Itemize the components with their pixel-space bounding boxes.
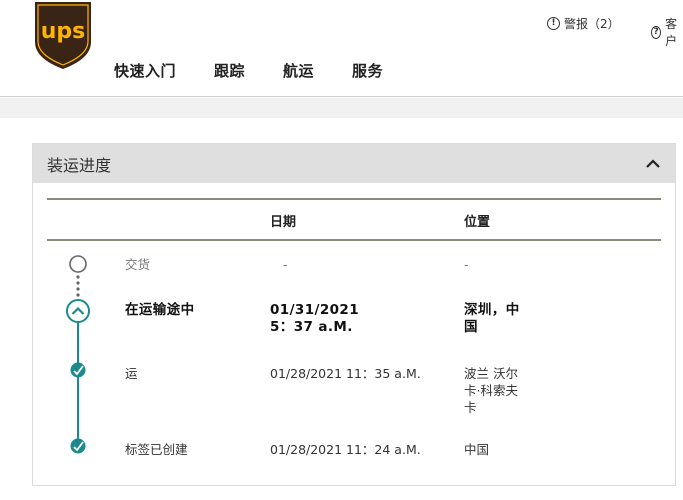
pending-node-icon	[69, 255, 87, 273]
check-node-icon	[70, 362, 86, 378]
help-icon: ?	[651, 25, 662, 39]
alerts-label: 警报（2）	[564, 17, 620, 31]
table-top-rule	[47, 198, 661, 200]
row-location: 深圳，中	[464, 302, 520, 318]
progress-timeline	[66, 255, 90, 454]
panel-header[interactable]: 装运进度	[33, 144, 675, 183]
alert-icon: !	[547, 17, 560, 30]
site-header: ups 快速入门 跟踪 航运 服务 ! 警报（2） ? 客户	[0, 0, 683, 97]
main-nav: 快速入门 跟踪 航运 服务	[114, 60, 421, 81]
row-date: 01/31/2021	[270, 302, 360, 318]
header-band	[0, 98, 683, 118]
shipment-progress-panel: 装运进度 日期 位置 交货 - - 在运输途中 01/31/2021 5：37 …	[32, 143, 676, 486]
table-header-rule	[47, 239, 661, 241]
row-location: -	[464, 257, 469, 272]
row-location: 波兰 沃尔	[464, 366, 518, 381]
row-location-cont: 国	[464, 319, 478, 335]
row-status: 标签已创建	[125, 442, 188, 457]
svg-text:ups: ups	[41, 19, 86, 44]
row-status: 在运输途中	[125, 302, 195, 318]
check-node-icon	[70, 438, 86, 454]
dotted-connector	[76, 275, 80, 297]
nav-tracking[interactable]: 跟踪	[214, 60, 245, 81]
current-node-icon	[66, 299, 90, 323]
row-date: 01/28/2021 11：35 a.M.	[270, 366, 421, 381]
row-date: -	[283, 257, 288, 272]
ups-logo[interactable]: ups	[31, 0, 95, 70]
row-location-cont: 卡	[464, 400, 477, 415]
row-location-cont: 卡·科索夫	[464, 383, 518, 398]
row-time: 5：37 a.M.	[270, 319, 353, 335]
column-header-location: 位置	[464, 215, 491, 230]
column-header-date: 日期	[270, 215, 297, 230]
row-location: 中国	[464, 442, 490, 457]
nav-quick-start[interactable]: 快速入门	[114, 60, 176, 81]
support-label: 客户	[665, 17, 678, 48]
alerts-link[interactable]: ! 警报（2）	[547, 15, 620, 32]
row-date: 01/28/2021 11：24 a.M.	[270, 442, 421, 457]
row-status: 运	[125, 366, 138, 381]
nav-shipping[interactable]: 航运	[283, 60, 314, 81]
nav-services[interactable]: 服务	[352, 60, 383, 81]
row-status: 交货	[125, 257, 151, 272]
support-link[interactable]: ? 客户	[651, 15, 683, 49]
chevron-up-icon[interactable]	[643, 154, 663, 174]
